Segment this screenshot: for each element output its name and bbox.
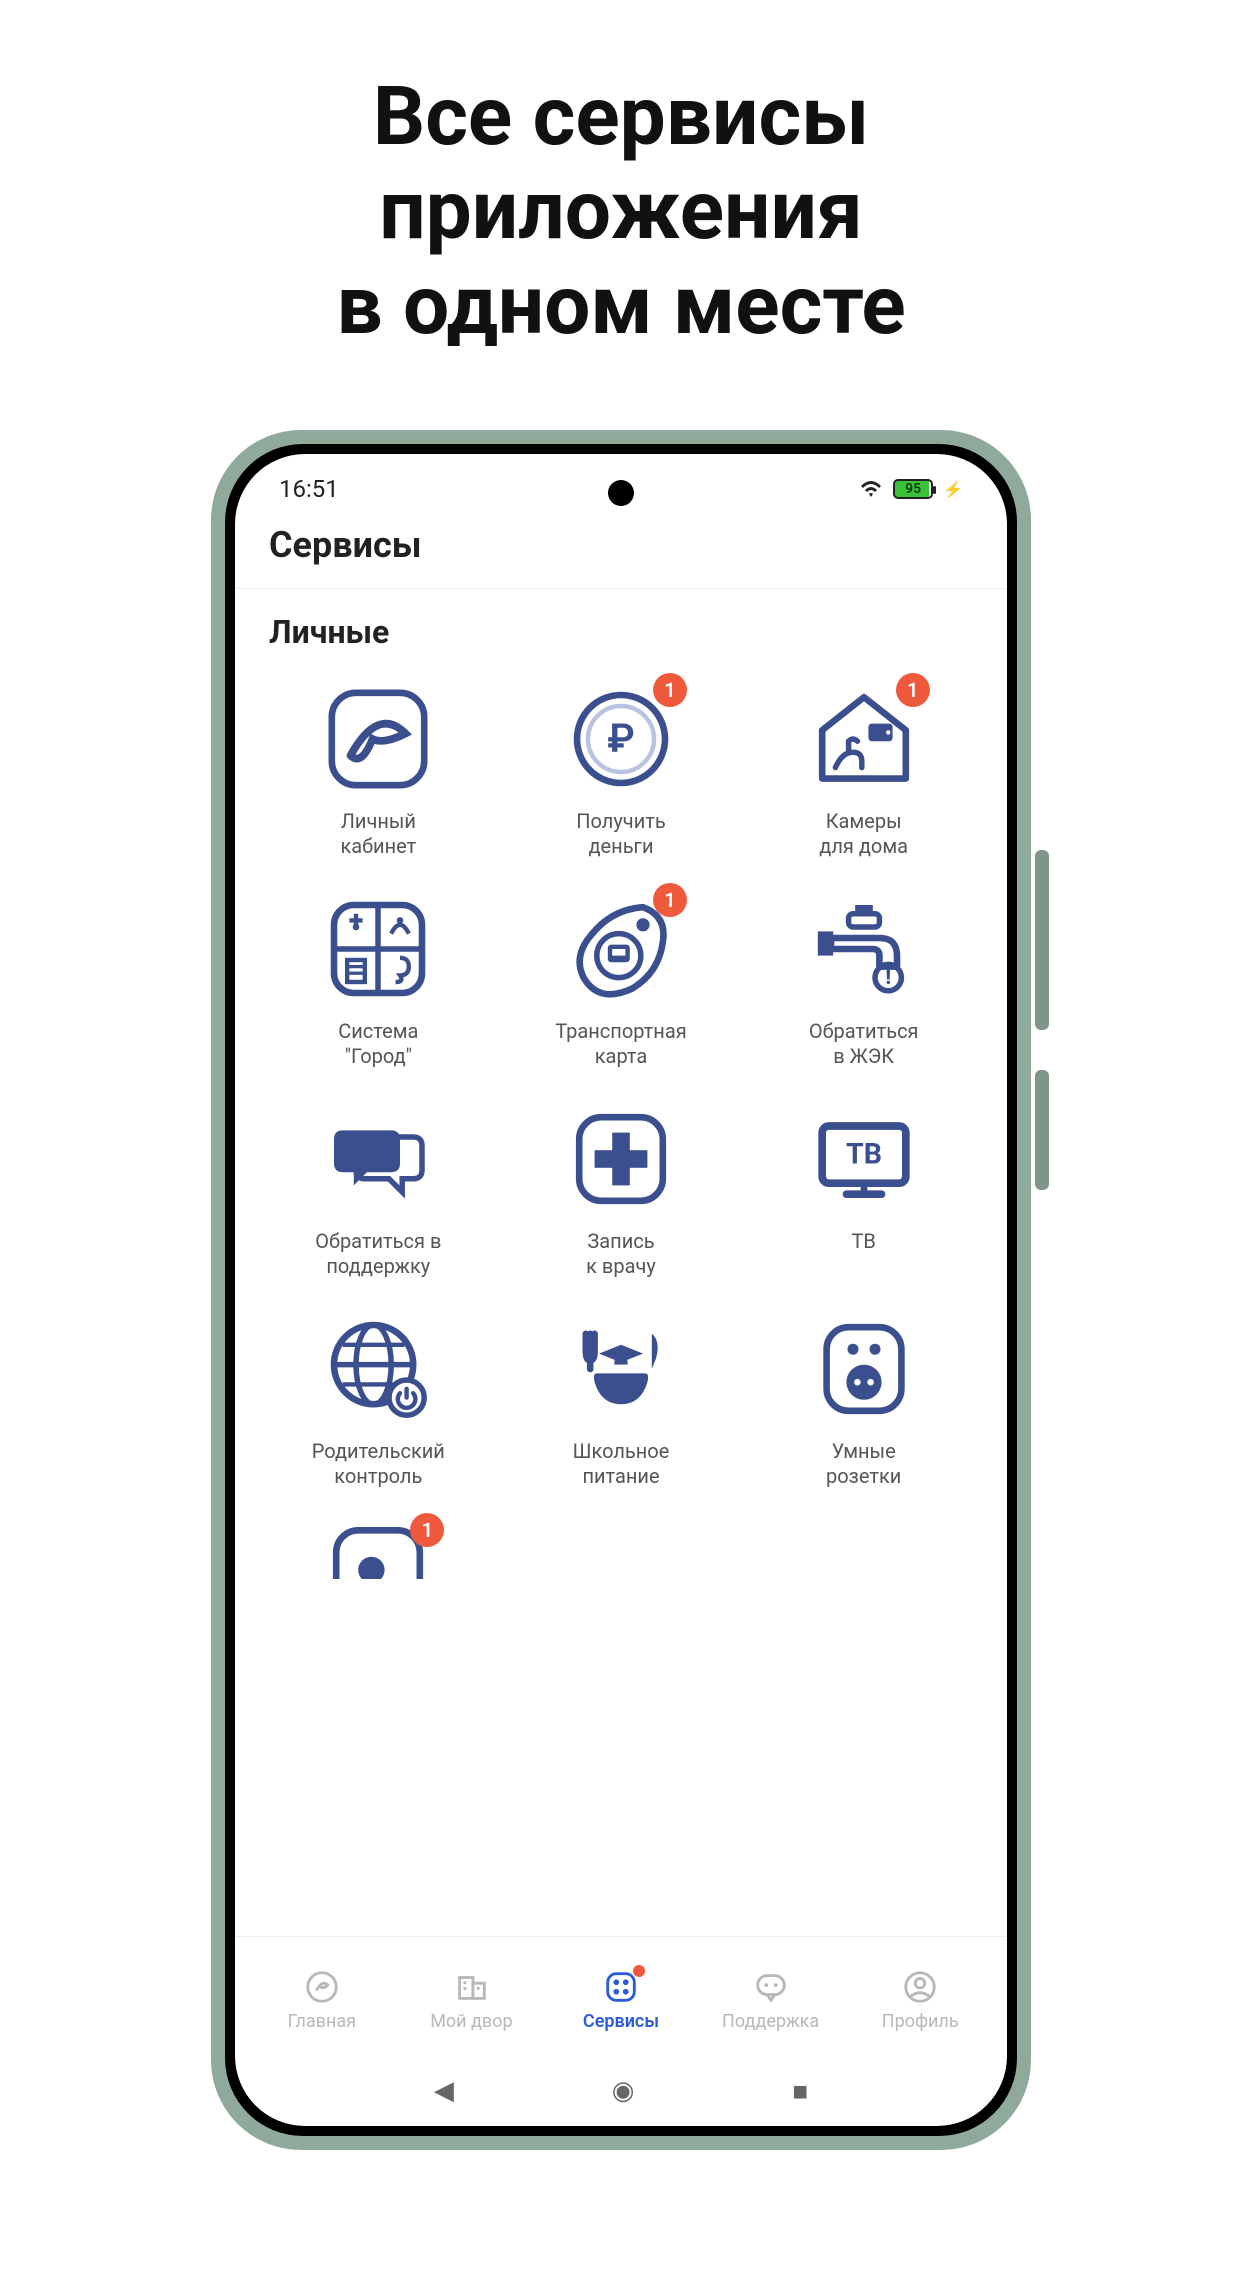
service-label: Система "Город" [338,1019,418,1069]
status-time: 16:51 [279,475,339,503]
profile-nav-icon [900,1967,940,2007]
service-label: Родительский контроль [312,1439,445,1489]
nav-home[interactable]: Главная [247,1967,397,2032]
promo-headline: Все сервисы приложения в одном месте [0,70,1242,353]
wifi-icon [859,479,883,499]
service-label: Запись к врачу [586,1229,656,1279]
notification-badge: 1 [896,673,930,707]
city-grid-icon [318,889,438,1009]
service-tile-transport-card[interactable]: 1 Транспортная карта [504,881,739,1077]
service-tile-account-s[interactable]: Личный кабинет [261,671,496,867]
service-tile-smart-socket[interactable]: Умные розетки [746,1301,981,1497]
svg-text:!: ! [885,966,890,989]
smart-socket-icon [804,1309,924,1429]
nav-label: Профиль [882,2011,959,2032]
service-tile-globe-power[interactable]: Родительский контроль [261,1301,496,1497]
service-tile-home-camera[interactable]: 1 Камеры для дома [746,671,981,867]
notification-badge: 1 [653,673,687,707]
home-button[interactable]: ◉ [612,2076,635,2106]
system-nav: ◀ ◉ ■ [235,2056,1007,2126]
page-header: Сервисы [235,524,1007,589]
service-tile-school-meal[interactable]: Школьное питание [504,1301,739,1497]
svg-text:ТВ: ТВ [846,1136,882,1170]
device-frame: 16:51 95 ⚡ Сервисы Личные Личный кабинет… [211,430,1031,2150]
yard-nav-icon [451,1967,491,2007]
recent-button[interactable]: ■ [792,2076,808,2107]
charge-icon: ⚡ [943,480,963,499]
nav-label: Сервисы [583,2011,659,2032]
home-camera-icon: 1 [804,679,924,799]
service-label: Транспортная карта [555,1019,686,1069]
ruble-coin-icon: ₽1 [561,679,681,799]
home-nav-icon [302,1967,342,2007]
bottom-nav: Главная Мой двор Сервисы Поддержка Профиль [235,1936,1007,2056]
battery-icon: 95 [893,479,933,499]
service-tile-chat-question[interactable]: ? Обратиться в поддержку [261,1091,496,1287]
side-button [1035,850,1049,1030]
notification-badge: 1 [410,1513,444,1547]
services-nav-icon [601,1967,641,2007]
transport-card-icon: 1 [561,889,681,1009]
service-label: ТВ [851,1229,875,1279]
service-label: Личный кабинет [340,809,416,859]
partial-icon: 1 [318,1519,438,1579]
page-title: Сервисы [269,524,973,566]
service-tile-tv[interactable]: ТВ ТВ [746,1091,981,1287]
camera-hole [608,480,634,506]
services-grid: Личный кабинет ₽1 Получить деньги 1 Камеры д… [235,661,1007,1936]
svg-text:?: ? [382,1137,397,1174]
chat-question-icon: ? [318,1099,438,1219]
service-tile-medical-plus[interactable]: Запись к врачу [504,1091,739,1287]
support-nav-icon [751,1967,791,2007]
service-label: Обратиться в поддержку [315,1229,441,1279]
nav-label: Главная [288,2011,356,2032]
back-button[interactable]: ◀ [434,2076,454,2106]
service-tile-ruble-coin[interactable]: ₽1 Получить деньги [504,671,739,867]
service-tile-faucet-alert[interactable]: ! Обратиться в ЖЭК [746,881,981,1077]
school-meal-icon [561,1309,681,1429]
nav-dot [633,1965,645,1977]
nav-services[interactable]: Сервисы [546,1967,696,2032]
account-s-icon [318,679,438,799]
nav-yard[interactable]: Мой двор [397,1967,547,2032]
svg-text:₽: ₽ [607,715,635,762]
service-label: Получить деньги [576,809,665,859]
globe-power-icon [318,1309,438,1429]
notification-badge: 1 [653,883,687,917]
service-label: Обратиться в ЖЭК [809,1019,919,1069]
service-label: Умные розетки [826,1439,901,1489]
service-label: Камеры для дома [819,809,908,859]
nav-support[interactable]: Поддержка [696,1967,846,2032]
nav-label: Мой двор [430,2011,512,2032]
nav-profile[interactable]: Профиль [845,1967,995,2032]
side-button [1035,1070,1049,1190]
faucet-alert-icon: ! [804,889,924,1009]
service-tile-city-grid[interactable]: Система "Город" [261,881,496,1077]
tv-icon: ТВ [804,1099,924,1219]
service-label: Школьное питание [573,1439,670,1489]
nav-label: Поддержка [722,2011,819,2032]
medical-plus-icon [561,1099,681,1219]
section-title: Личные [235,589,1007,661]
service-tile-partial[interactable]: 1 [261,1511,496,1581]
